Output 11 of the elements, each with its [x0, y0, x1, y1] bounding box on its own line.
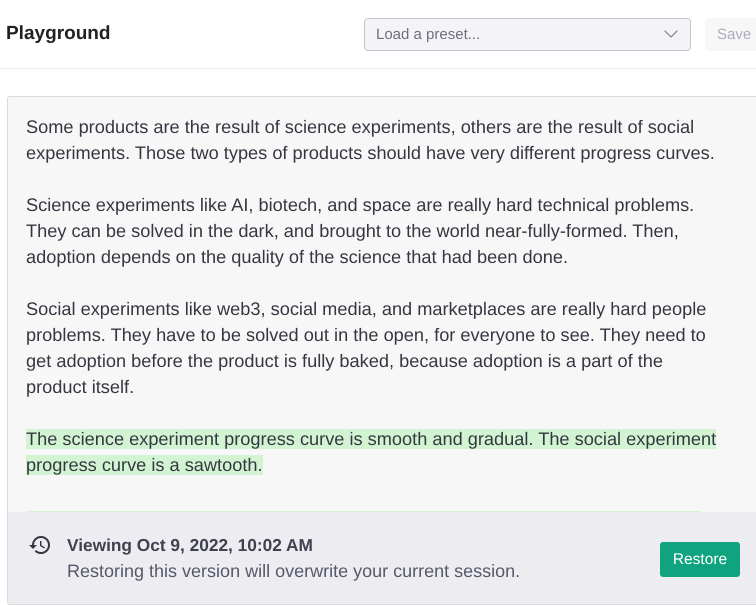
preset-dropdown[interactable]: Load a preset...	[364, 18, 691, 50]
chevron-down-icon	[664, 30, 678, 38]
history-icon	[29, 536, 50, 554]
paragraph: Some products are the result of science experiments, others are the result of social experiments. Those two types of products should have very different progress curves.	[26, 116, 716, 165]
paragraph: Social experiments like web3, social media, and marketplaces are really hard people problems. They have to be solved out in the open, for everyone to see. They need to get adoption before the product is fully baked, because adoption is a part of the product itself.	[26, 298, 708, 399]
version-title: Viewing Oct 9, 2022, 10:02 AM	[67, 534, 314, 557]
page-title: Playground	[6, 23, 111, 45]
highlighted-paragraph: The science experiment progress curve is smooth and gradual. The social experiment progress curve is a sawtooth.	[26, 428, 718, 477]
version-message: Restoring this version will overwrite your current session.	[67, 560, 522, 583]
restore-button[interactable]: Restore	[660, 542, 740, 577]
paragraph: Science experiments like AI, biotech, and space are really hard technical problems. They can be solved in the dark, and brought to the world near-fully-formed. Then, adoption depends on the quality of the science that had been done.	[26, 194, 696, 269]
